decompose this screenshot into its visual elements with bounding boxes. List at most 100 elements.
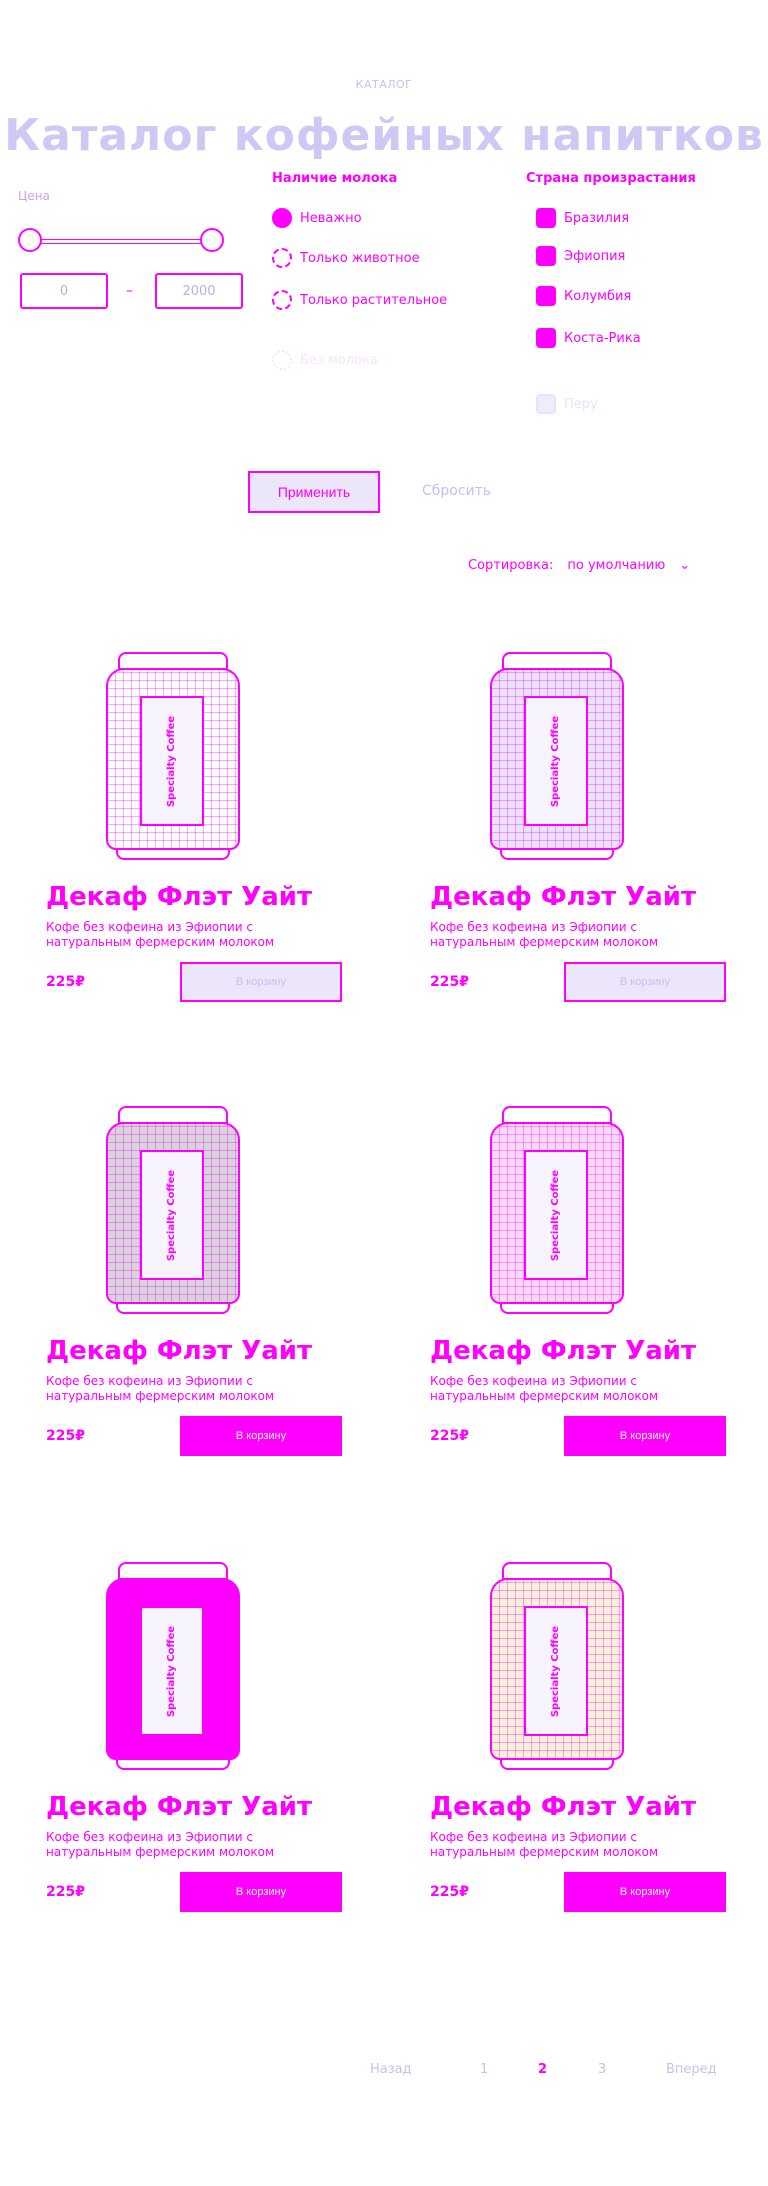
add-to-cart-button[interactable]: В корзину — [564, 962, 726, 1002]
sort-label: Сортировка: — [468, 558, 554, 573]
country-option-peru[interactable]: Перу — [536, 394, 598, 414]
product-description: Кофе без кофеина из Эфиопии с натуральны… — [46, 1374, 275, 1403]
can-bottom — [500, 1758, 614, 1770]
can-bottom — [116, 848, 230, 860]
product-description: Кофе без кофеина из Эфиопии с натуральны… — [46, 920, 275, 949]
product-card[interactable]: Specialty Coffee Декаф Флэт Уайт Кофе бе… — [0, 636, 346, 1032]
can-text: Specialty Coffee — [166, 1625, 178, 1717]
option-label: Эфиопия — [564, 248, 626, 264]
price-min-input[interactable]: 0 — [20, 273, 108, 309]
product-can-image[interactable]: Specialty Coffee — [106, 1562, 240, 1772]
product-name[interactable]: Декаф Флэт Уайт — [430, 882, 696, 912]
add-to-cart-button[interactable]: В корзину — [564, 1416, 726, 1456]
price-slider-min-handle[interactable] — [18, 228, 42, 252]
checkbox-icon[interactable] — [536, 286, 556, 306]
add-to-cart-button[interactable]: В корзину — [564, 1872, 726, 1912]
product-price: 225₽ — [430, 1884, 469, 1900]
milk-option-plant[interactable]: Только растительное — [272, 290, 447, 310]
country-option-ethiopia[interactable]: Эфиопия — [536, 246, 625, 266]
price-max-input[interactable]: 2000 — [155, 273, 243, 309]
apply-filters-button[interactable]: Применить — [248, 471, 380, 513]
add-to-cart-button[interactable]: В корзину — [180, 1872, 342, 1912]
product-name[interactable]: Декаф Флэт Уайт — [430, 1792, 696, 1822]
radio-icon[interactable] — [272, 290, 292, 310]
pagination-page-2[interactable]: 2 — [538, 2062, 547, 2077]
option-label: Только растительное — [300, 292, 448, 308]
product-name[interactable]: Декаф Флэт Уайт — [430, 1336, 696, 1366]
checkbox-icon[interactable] — [536, 394, 556, 414]
can-text: Specialty Coffee — [550, 715, 562, 807]
product-price: 225₽ — [430, 1428, 469, 1444]
checkbox-icon[interactable] — [536, 328, 556, 348]
product-can-image[interactable]: Specialty Coffee — [106, 652, 240, 862]
can-label: Specialty Coffee — [524, 1150, 588, 1280]
product-name[interactable]: Декаф Флэт Уайт — [46, 1792, 312, 1822]
checkbox-icon[interactable] — [536, 246, 556, 266]
country-option-costa-rica[interactable]: Коста-Рика — [536, 328, 641, 348]
checkbox-icon[interactable] — [536, 208, 556, 228]
pagination-prev[interactable]: Назад — [370, 2062, 412, 2077]
add-to-cart-button[interactable]: В корзину — [180, 1416, 342, 1456]
product-card[interactable]: Specialty Coffee Декаф Флэт Уайт Кофе бе… — [384, 636, 730, 1032]
can-bottom — [500, 1302, 614, 1314]
radio-icon[interactable] — [272, 248, 292, 268]
product-can-image[interactable]: Specialty Coffee — [490, 1106, 624, 1316]
product-card[interactable]: Specialty Coffee Декаф Флэт Уайт Кофе бе… — [0, 1090, 346, 1486]
product-name[interactable]: Декаф Флэт Уайт — [46, 882, 312, 912]
sort-value[interactable]: по умолчанию — [567, 558, 665, 573]
country-option-colombia[interactable]: Колумбия — [536, 286, 631, 306]
price-label: Цена — [18, 189, 50, 203]
pagination-page-1[interactable]: 1 — [480, 2062, 488, 2077]
sort-control[interactable]: Сортировка: по умолчанию ⌄ — [468, 558, 690, 573]
radio-icon[interactable] — [272, 350, 292, 370]
milk-option-animal[interactable]: Только животное — [272, 248, 420, 268]
product-can-image[interactable]: Specialty Coffee — [106, 1106, 240, 1316]
option-label: Только животное — [300, 250, 420, 266]
pagination-page-3[interactable]: 3 — [598, 2062, 606, 2077]
breadcrumb[interactable]: КАТАЛОГ — [0, 78, 768, 91]
can-text: Specialty Coffee — [166, 1169, 178, 1261]
page-title: Каталог кофейных напитков — [4, 110, 764, 161]
product-price: 225₽ — [46, 974, 85, 990]
can-bottom — [116, 1758, 230, 1770]
price-slider-max-handle[interactable] — [200, 228, 224, 252]
can-text: Specialty Coffee — [550, 1625, 562, 1717]
can-label: Specialty Coffee — [140, 1606, 204, 1736]
can-bottom — [116, 1302, 230, 1314]
product-description: Кофе без кофеина из Эфиопии с натуральны… — [430, 1830, 659, 1859]
product-price: 225₽ — [46, 1884, 85, 1900]
add-to-cart-button[interactable]: В корзину — [180, 962, 342, 1002]
reset-filters-link[interactable]: Сбросить — [422, 483, 491, 499]
price-range-dash: – — [126, 283, 133, 299]
product-price: 225₽ — [430, 974, 469, 990]
can-text: Specialty Coffee — [550, 1169, 562, 1261]
option-label: Неважно — [300, 210, 362, 226]
product-card[interactable]: Specialty Coffee Декаф Флэт Уайт Кофе бе… — [0, 1546, 346, 1942]
milk-option-any[interactable]: Неважно — [272, 208, 362, 228]
option-label: Колумбия — [564, 288, 632, 304]
radio-icon[interactable] — [272, 208, 292, 228]
option-label: Бразилия — [564, 210, 630, 226]
milk-option-none[interactable]: Без молока — [272, 350, 378, 370]
country-filter-title: Страна произрастания — [526, 171, 696, 186]
product-name[interactable]: Декаф Флэт Уайт — [46, 1336, 312, 1366]
country-option-brazil[interactable]: Бразилия — [536, 208, 629, 228]
can-text: Specialty Coffee — [166, 715, 178, 807]
product-can-image[interactable]: Specialty Coffee — [490, 1562, 624, 1772]
product-price: 225₽ — [46, 1428, 85, 1444]
can-label: Specialty Coffee — [524, 1606, 588, 1736]
pagination-next[interactable]: Вперед — [666, 2062, 717, 2077]
option-label: Без молока — [300, 352, 378, 368]
option-label: Коста-Рика — [564, 330, 641, 346]
can-bottom — [500, 848, 614, 860]
product-description: Кофе без кофеина из Эфиопии с натуральны… — [46, 1830, 275, 1859]
can-label: Specialty Coffee — [524, 696, 588, 826]
chevron-down-icon[interactable]: ⌄ — [679, 558, 690, 573]
option-label: Перу — [564, 396, 598, 412]
product-card[interactable]: Specialty Coffee Декаф Флэт Уайт Кофе бе… — [384, 1546, 730, 1942]
price-slider-track[interactable] — [30, 239, 214, 244]
product-description: Кофе без кофеина из Эфиопии с натуральны… — [430, 920, 659, 949]
product-can-image[interactable]: Specialty Coffee — [490, 652, 624, 862]
product-card[interactable]: Specialty Coffee Декаф Флэт Уайт Кофе бе… — [384, 1090, 730, 1486]
product-description: Кофе без кофеина из Эфиопии с натуральны… — [430, 1374, 659, 1403]
